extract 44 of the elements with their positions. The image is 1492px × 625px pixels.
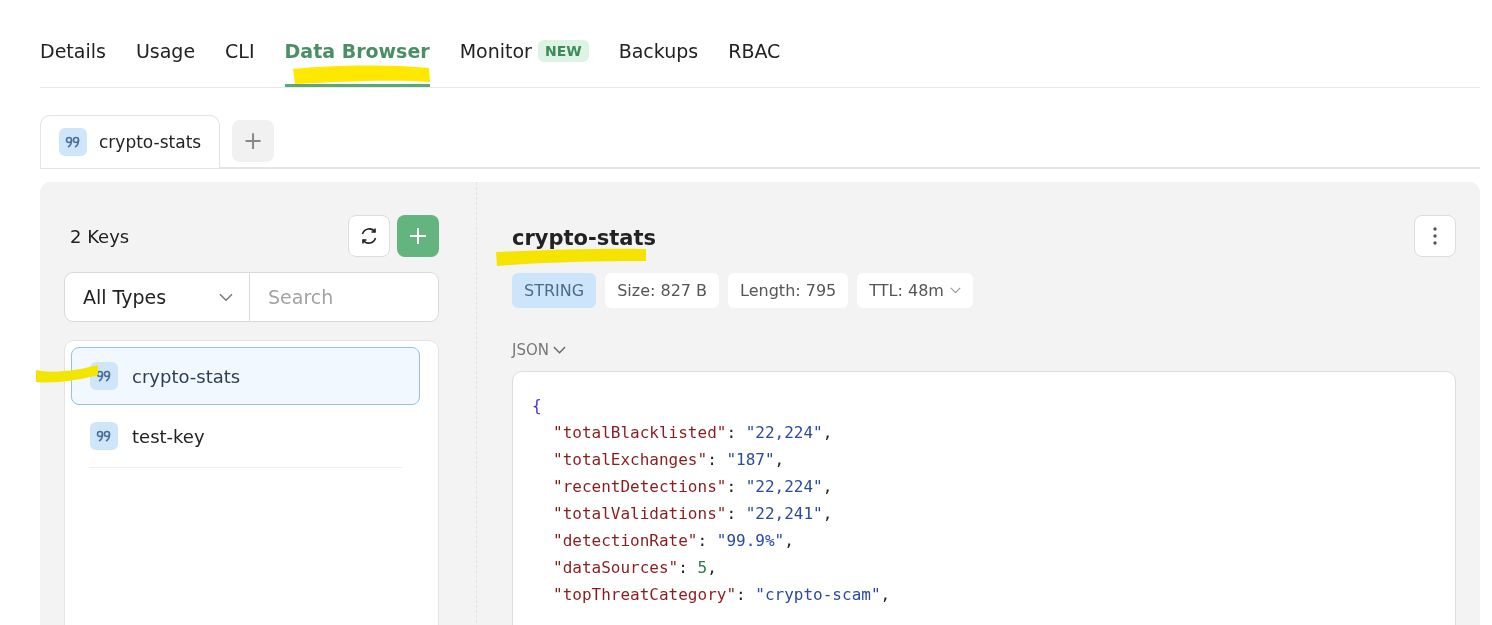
plus-icon: [408, 226, 428, 246]
nav-tab[interactable]: Backups: [618, 2, 699, 87]
tab-label: crypto-stats: [99, 132, 202, 152]
meta-chip: Size: 827 B: [605, 273, 720, 308]
meta-chip: Length: 795: [728, 273, 849, 308]
type-dropdown[interactable]: All Types: [64, 272, 250, 322]
nav-tab[interactable]: Usage: [135, 2, 196, 87]
code-line: "detectionRate": "99.9%",: [552, 530, 795, 552]
key-name: test-key: [132, 425, 205, 447]
quote-icon: [59, 128, 87, 156]
chevron-down-icon: [553, 346, 566, 354]
code-line: "totalValidations": "22,241",: [552, 503, 834, 525]
search-field[interactable]: Search: [250, 272, 439, 322]
nav-tab[interactable]: Details: [40, 2, 106, 87]
key-item[interactable]: test-key: [71, 407, 420, 465]
more-icon: [1433, 227, 1437, 245]
code-line: {: [532, 395, 543, 417]
new-badge: NEW: [537, 40, 589, 62]
tab-label: Monitor: [459, 40, 532, 62]
code-line: "totalBlacklisted": "22,224",: [552, 422, 834, 444]
ttl-dropdown[interactable]: TTL: 48m: [857, 273, 973, 308]
dropdown-value: All Types: [83, 286, 167, 308]
type-badge: STRING: [512, 273, 597, 308]
refresh-button[interactable]: [348, 215, 390, 257]
key-item[interactable]: crypto-stats: [71, 347, 420, 405]
key-tab[interactable]: crypto-stats: [40, 115, 221, 168]
nav-tab[interactable]: RBAC: [728, 2, 781, 87]
add-key-button[interactable]: [397, 215, 439, 257]
code-line: "totalExchanges": "187",: [552, 449, 786, 471]
quote-icon: [90, 362, 118, 390]
chevron-down-icon: [949, 287, 961, 294]
nav-tab[interactable]: CLI: [225, 2, 255, 87]
code-line: "topThreatCategory": "crypto-scam",: [552, 584, 892, 606]
refresh-icon: [359, 226, 379, 246]
code-line: "recentDetections": "22,224",: [552, 476, 834, 498]
nav-tab[interactable]: Monitor NEW: [459, 2, 589, 87]
key-count: 2 Keys: [69, 225, 130, 247]
key-title: crypto-stats: [512, 226, 656, 250]
more-button[interactable]: [1414, 215, 1456, 257]
format-dropdown[interactable]: JSON: [512, 341, 566, 359]
code-line: "dataSources": 5,: [552, 557, 718, 579]
quote-icon: [90, 422, 118, 450]
chevron-down-icon: [219, 292, 233, 302]
key-name: crypto-stats: [132, 365, 241, 387]
